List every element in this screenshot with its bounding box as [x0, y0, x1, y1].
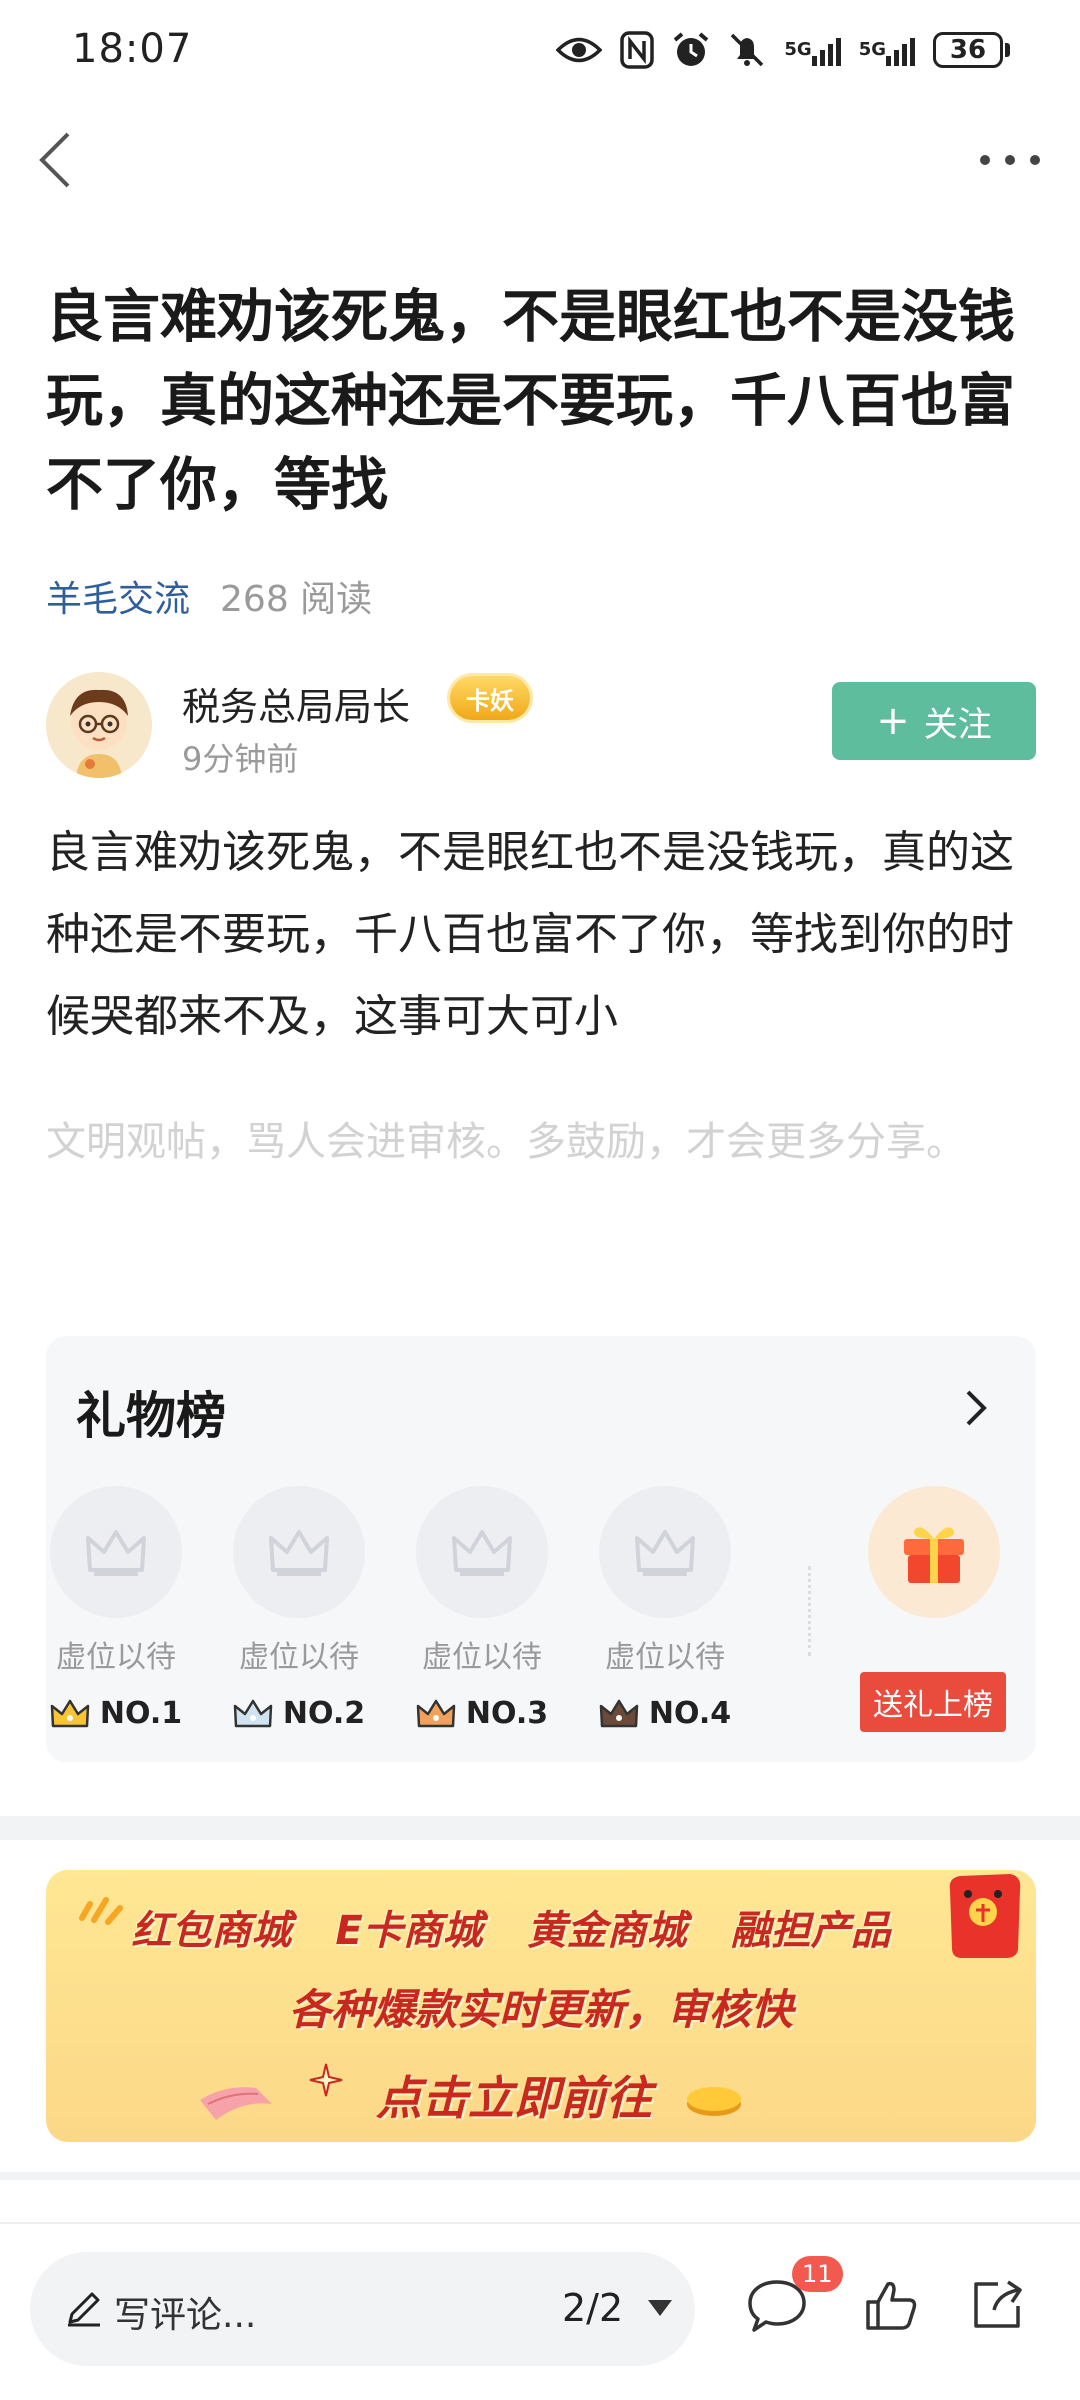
banner-item: 黄金商城 — [526, 1908, 687, 1954]
comment-placeholder: 写评论... — [114, 2295, 257, 2336]
chevron-right-icon[interactable] — [956, 1384, 996, 1432]
banknote-icon — [200, 2087, 272, 2120]
more-icon[interactable] — [980, 148, 1040, 172]
sparkle-icon — [309, 2063, 343, 2097]
plus-icon: + — [876, 698, 910, 744]
post-body: 良言难劝该死鬼，不是眼红也不是没钱玩，真的这种还是不要玩，千八百也富不了你，等找… — [46, 827, 1014, 1042]
status-icons: 5G 5G 36 — [556, 26, 1010, 74]
divider — [0, 2222, 1080, 2224]
avatar[interactable] — [46, 672, 152, 778]
level-badge: 卡妖 — [450, 676, 530, 720]
share-icon[interactable] — [968, 2276, 1026, 2334]
alarm-icon — [672, 28, 710, 72]
signal-1: 5G — [784, 28, 841, 72]
rank-label: NO.1 — [99, 1696, 183, 1731]
mute-icon — [728, 28, 766, 72]
civility-notice: 文明观帖，骂人会进审核。多鼓励，才会更多分享。 — [46, 1119, 966, 1165]
banner-item: E卡商城 — [335, 1908, 483, 1954]
slot-label: 虚位以待 — [605, 1640, 725, 1675]
slot-label: 虚位以待 — [239, 1640, 359, 1675]
status-bar: 18:07 5G 5G 36 — [0, 0, 1080, 100]
slot-label: 虚位以待 — [422, 1640, 542, 1675]
author-row: 税务总局局长 卡妖 9分钟前 + 关注 — [46, 672, 1036, 782]
pencil-icon — [68, 2292, 100, 2327]
rank-label: NO.2 — [282, 1696, 366, 1731]
follow-button[interactable]: + 关注 — [832, 682, 1036, 760]
slot-label: 虚位以待 — [56, 1640, 176, 1675]
banner-item: 红包商城 — [131, 1908, 292, 1954]
banner-categories: 红包商城 E卡商城 黄金商城 融担产品 — [46, 1898, 1036, 1956]
thumbs-up-icon[interactable] — [862, 2276, 920, 2334]
red-envelope-icon — [949, 1874, 1021, 1958]
post-title: 良言难劝该死鬼，不是眼红也不是没钱玩，真的这种还是不要玩，千八百也富不了你，等找 — [46, 284, 1015, 518]
author-name[interactable]: 税务总局局长 — [182, 676, 410, 731]
post-meta: 羊毛交流 268 阅读 — [46, 570, 372, 622]
gift-slot-3[interactable]: 虚位以待 NO.3 — [412, 1486, 552, 1731]
banner-subtitle: 各种爆款实时更新，审核快 — [288, 1985, 793, 2034]
back-icon[interactable] — [28, 128, 88, 192]
send-gift-button[interactable]: 送礼上榜 — [860, 1672, 1006, 1732]
gold-crown-icon — [50, 1699, 90, 1727]
status-time: 18:07 — [72, 26, 193, 72]
gift-box-icon[interactable] — [868, 1486, 1000, 1618]
follow-label: 关注 — [923, 704, 992, 745]
bronze-crown-icon — [416, 1699, 456, 1727]
battery-icon: 36 — [933, 32, 1010, 68]
gift-slot-2[interactable]: 虚位以待 NO.2 — [229, 1486, 369, 1731]
caret-down-icon[interactable] — [648, 2300, 672, 2316]
gift-board[interactable]: 礼物榜 虚位以待 NO.1 虚位以待 NO.2 虚位以待 NO.3 虚位以待 N… — [46, 1336, 1036, 1762]
forum-link[interactable]: 羊毛交流 — [46, 570, 190, 622]
gift-slot-4[interactable]: 虚位以待 NO.4 — [595, 1486, 735, 1731]
coin-icon — [687, 2087, 741, 2116]
signal-2: 5G — [859, 28, 915, 72]
post-time: 9分钟前 — [182, 740, 299, 778]
dark-crown-icon — [599, 1699, 639, 1727]
read-count: 268 阅读 — [220, 579, 373, 620]
silver-crown-icon — [233, 1699, 273, 1727]
top-nav — [0, 110, 1080, 210]
gift-board-title: 礼物榜 — [76, 1387, 226, 1445]
comment-count-badge: 11 — [792, 2256, 843, 2292]
nfc-icon — [620, 28, 655, 72]
divider — [808, 1566, 811, 1656]
promo-banner[interactable]: 红包商城 E卡商城 黄金商城 融担产品 各种爆款实时更新，审核快 点击立即前往 — [46, 1870, 1036, 2142]
banner-item: 融担产品 — [730, 1908, 891, 1954]
comment-input[interactable]: 写评论... 2/2 — [30, 2252, 695, 2366]
section-divider — [0, 1816, 1080, 1840]
eye-icon — [556, 28, 603, 72]
section-divider — [0, 2172, 1080, 2180]
page-indicator[interactable]: 2/2 — [562, 2286, 623, 2330]
banner-cta: 点击立即前往 — [376, 2071, 652, 2125]
gift-slot-1[interactable]: 虚位以待 NO.1 — [46, 1486, 186, 1731]
rank-label: NO.3 — [465, 1696, 549, 1731]
rank-label: NO.4 — [648, 1696, 732, 1731]
